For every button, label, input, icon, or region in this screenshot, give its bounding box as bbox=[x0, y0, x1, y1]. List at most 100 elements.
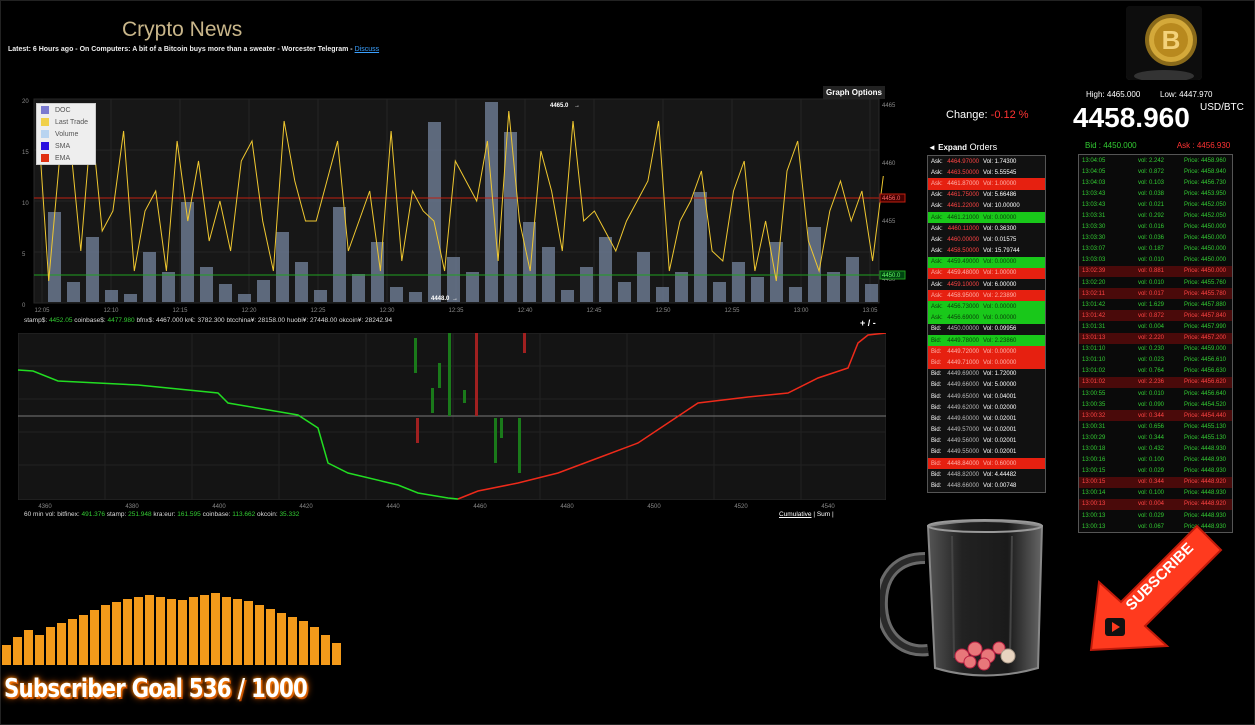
price-left-tick: 0 bbox=[22, 303, 26, 309]
trade-row: 13:03:30 vol: 0.036 Price: 4450.000 bbox=[1079, 233, 1232, 244]
legend-item[interactable]: SMA bbox=[37, 140, 95, 152]
visualizer-bar bbox=[57, 623, 66, 665]
order-row[interactable]: Bid: 4449.78000 Vol: 2.23860 bbox=[928, 335, 1045, 347]
trade-row: 13:01:42 vol: 1.629 Price: 4457.880 bbox=[1079, 299, 1232, 310]
trade-time: 13:00:18 bbox=[1082, 445, 1106, 452]
order-row[interactable]: Bid: 4448.84000 Vol: 0.60000 bbox=[928, 458, 1045, 470]
order-row[interactable]: Ask: 4456.73000 Vol: 0.00000 bbox=[928, 301, 1045, 313]
order-price: 4460.00000 bbox=[947, 236, 979, 243]
cumulative-link[interactable]: Cumulative bbox=[779, 511, 812, 518]
order-row[interactable]: Bid: 4449.60000 Vol: 0.02001 bbox=[928, 413, 1045, 424]
subscribe-arrow-icon[interactable]: SUBSCRIBE bbox=[1085, 520, 1225, 655]
volume-bar bbox=[295, 262, 308, 302]
high-marker: 4465.0 bbox=[550, 103, 569, 109]
order-row[interactable]: Bid: 4449.72000 Vol: 0.00000 bbox=[928, 346, 1045, 358]
visualizer-bar bbox=[178, 600, 187, 665]
order-row[interactable]: Ask: 4461.21000 Vol: 0.00000 bbox=[928, 211, 1045, 224]
volume-bar bbox=[656, 287, 669, 302]
order-row[interactable]: Ask: 4456.69000 Vol: 0.00000 bbox=[928, 312, 1045, 324]
legend-item[interactable]: Last Trade bbox=[37, 116, 95, 128]
order-row[interactable]: Ask: 4461.22000 Vol: 10.00000 bbox=[928, 201, 1045, 212]
trade-time: 13:02:20 bbox=[1082, 279, 1106, 286]
order-price: 4456.69000 bbox=[947, 315, 979, 322]
order-row[interactable]: Bid: 4450.00000 Vol: 0.09956 bbox=[928, 324, 1045, 335]
order-row[interactable]: Ask: 4459.49000 Vol: 0.00000 bbox=[928, 256, 1045, 268]
ask-price: Ask : 4456.930 bbox=[1176, 141, 1231, 150]
legend-item[interactable]: EMA bbox=[37, 152, 95, 164]
trade-price: Price: 4450.000 bbox=[1183, 224, 1226, 231]
order-row[interactable]: Ask: 4458.50000 Vol: 15.79744 bbox=[928, 246, 1045, 257]
high-price: High: 4465.000 bbox=[1086, 90, 1141, 99]
volume-bar bbox=[143, 252, 156, 302]
audio-visualizer bbox=[2, 593, 341, 665]
volume-bar bbox=[523, 222, 536, 302]
price-time-tick: 12:35 bbox=[448, 308, 464, 314]
order-row[interactable]: Bid: 4449.66000 Vol: 5.00000 bbox=[928, 380, 1045, 391]
price-time-tick: 13:05 bbox=[862, 308, 878, 314]
legend-item[interactable]: Volume bbox=[37, 128, 95, 140]
volume-bar bbox=[827, 272, 840, 302]
order-row[interactable]: Ask: 4458.95000 Vol: 2.23890 bbox=[928, 290, 1045, 302]
order-row[interactable]: Bid: 4449.57000 Vol: 0.02001 bbox=[928, 425, 1045, 436]
order-price: 4459.10000 bbox=[947, 281, 979, 288]
order-type: Bid: bbox=[931, 326, 942, 333]
low-price: Low: 4447.970 bbox=[1160, 90, 1213, 99]
depth-x-tick: 4360 bbox=[38, 504, 52, 510]
discuss-link[interactable]: Discuss bbox=[355, 46, 380, 53]
exchange-name: stamp$: bbox=[24, 317, 49, 324]
trade-row: 13:03:31 vol: 0.292 Price: 4452.050 bbox=[1079, 210, 1232, 221]
order-row[interactable]: Ask: 4460.00000 Vol: 0.01575 bbox=[928, 234, 1045, 245]
order-volume: Vol: 0.00000 bbox=[983, 315, 1017, 322]
order-row[interactable]: Ask: 4459.10000 Vol: 6.00000 bbox=[928, 279, 1045, 290]
zoom-toggle[interactable]: + / - bbox=[860, 318, 876, 328]
visualizer-bar bbox=[288, 617, 297, 665]
trade-row: 13:01:13 vol: 2.220 Price: 4457.200 bbox=[1079, 332, 1232, 344]
order-type: Bid: bbox=[931, 460, 942, 467]
order-row[interactable]: Bid: 4449.62000 Vol: 0.02000 bbox=[928, 402, 1045, 413]
order-price: 4448.84000 bbox=[947, 460, 979, 467]
bid-ask: Bid : 4450.000 Ask : 4456.930 bbox=[1085, 141, 1230, 150]
trade-time: 13:03:31 bbox=[1082, 213, 1106, 220]
depth-x-tick: 4440 bbox=[386, 504, 400, 510]
trade-volume: vol: 0.344 bbox=[1137, 434, 1164, 441]
order-row[interactable]: Bid: 4449.65000 Vol: 0.04001 bbox=[928, 391, 1045, 402]
order-price: 4459.49000 bbox=[947, 259, 979, 266]
order-row[interactable]: Bid: 4449.69000 Vol: 1.72000 bbox=[928, 369, 1045, 380]
price-time-tick: 12:05 bbox=[34, 308, 50, 314]
order-volume: Vol: 0.00000 bbox=[983, 214, 1017, 221]
visualizer-bar bbox=[2, 645, 11, 665]
order-row[interactable]: Ask: 4459.48000 Vol: 1.00000 bbox=[928, 267, 1045, 280]
trade-volume: vol: 0.004 bbox=[1137, 323, 1164, 330]
order-row[interactable]: Bid: 4448.82000 Vol: 4.44482 bbox=[928, 469, 1045, 480]
price-right-tick: 4465 bbox=[882, 103, 896, 109]
order-row[interactable]: Ask: 4463.50000 Vol: 5.55545 bbox=[928, 167, 1045, 178]
order-price: 4449.72000 bbox=[947, 348, 979, 355]
order-row[interactable]: Ask: 4461.75000 Vol: 5.66486 bbox=[928, 190, 1045, 201]
order-row[interactable]: Bid: 4449.71000 Vol: 0.00000 bbox=[928, 357, 1045, 369]
visualizer-bar bbox=[266, 609, 275, 665]
order-type: Bid: bbox=[931, 415, 942, 422]
trade-row: 13:03:30 vol: 0.016 Price: 4450.000 bbox=[1079, 222, 1232, 233]
visualizer-bar bbox=[167, 599, 176, 665]
order-row[interactable]: Bid: 4448.66000 Vol: 0.00748 bbox=[928, 480, 1045, 491]
trade-volume: vol: 0.432 bbox=[1137, 445, 1164, 452]
trade-time: 13:00:14 bbox=[1082, 490, 1106, 497]
order-volume: Vol: 2.23860 bbox=[983, 337, 1017, 344]
exchange-name: bfnx$: bbox=[136, 317, 156, 324]
order-volume: Vol: 2.23890 bbox=[983, 292, 1017, 299]
price-left-tick: 20 bbox=[22, 99, 29, 105]
price-time-tick: 12:50 bbox=[655, 308, 671, 314]
sum-link[interactable]: Sum bbox=[817, 511, 830, 518]
expand-button[interactable]: ◄ Expand bbox=[928, 143, 967, 152]
order-row[interactable]: Ask: 4460.11000 Vol: 0.36300 bbox=[928, 223, 1045, 234]
legend-swatch bbox=[41, 106, 49, 114]
legend-item[interactable]: DOC bbox=[37, 104, 95, 116]
trade-price: Price: 4450.000 bbox=[1183, 268, 1226, 275]
order-row[interactable]: Bid: 4449.55000 Vol: 0.02001 bbox=[928, 447, 1045, 458]
order-row[interactable]: Ask: 4464.97000 Vol: 1.74300 bbox=[928, 156, 1045, 167]
price-left-tick: 5 bbox=[22, 252, 26, 258]
order-row[interactable]: Bid: 4449.56000 Vol: 0.02001 bbox=[928, 436, 1045, 447]
volume-bar bbox=[580, 267, 593, 302]
order-row[interactable]: Ask: 4461.87000 Vol: 1.00000 bbox=[928, 178, 1045, 190]
trade-bar bbox=[416, 418, 419, 443]
